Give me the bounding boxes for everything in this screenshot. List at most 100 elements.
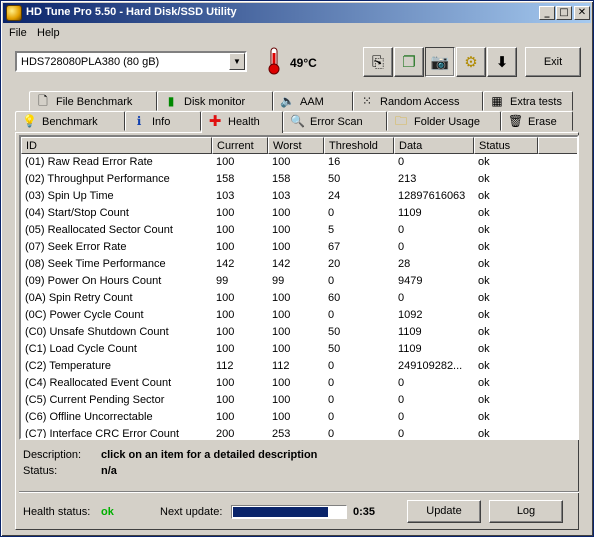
cell-worst: 112	[272, 360, 290, 372]
copy-info-button[interactable]: ❐	[394, 47, 424, 77]
column-header-threshold[interactable]: Threshold	[324, 137, 394, 154]
tab-label: Random Access	[380, 96, 460, 108]
health-cross-icon: ✚	[208, 112, 222, 130]
cell-worst: 142	[272, 258, 291, 270]
table-row[interactable]: (03) Spin Up Time 103 103 24 12897616063 ok	[21, 188, 577, 205]
cell-current: 100	[216, 411, 235, 423]
cell-worst: 100	[272, 394, 291, 406]
cell-status: ok	[478, 275, 490, 287]
cell-current: 100	[216, 309, 235, 321]
cell-current: 200	[216, 428, 235, 440]
cell-threshold: 0	[328, 207, 335, 219]
cell-current: 142	[216, 258, 235, 270]
options-button[interactable]: ⚙	[456, 47, 486, 77]
drive-select[interactable]: HDS728080PLA380 (80 gB) ▼	[15, 51, 247, 72]
copy-text-button[interactable]: ⎘	[363, 47, 393, 77]
title-bar[interactable]: HD Tune Pro 5.50 - Hard Disk/SSD Utility…	[3, 3, 591, 23]
cell-current: 100	[216, 224, 235, 236]
tab-benchmark[interactable]: 💡 Benchmark	[15, 111, 125, 131]
table-row[interactable]: (C2) Temperature 112 112 0 249109282... ok	[21, 358, 577, 375]
tab-folder-usage[interactable]: 🗀 Folder Usage	[387, 111, 501, 131]
cell-status: ok	[478, 309, 490, 321]
cell-worst: 100	[272, 326, 291, 338]
maximize-button[interactable]: □	[556, 6, 572, 20]
table-row[interactable]: (0C) Power Cycle Count 100 100 0 1092 ok	[21, 307, 577, 324]
screenshot-button[interactable]: 📷	[425, 47, 455, 77]
column-header-id[interactable]: ID	[21, 137, 212, 154]
log-button[interactable]: Log	[489, 500, 563, 523]
cell-id: (C7) Interface CRC Error Count	[25, 428, 180, 440]
tab-label: Folder Usage	[414, 116, 481, 128]
table-row[interactable]: (01) Raw Read Error Rate 100 100 16 0 ok	[21, 154, 577, 171]
table-row[interactable]: (0A) Spin Retry Count 100 100 60 0 ok	[21, 290, 577, 307]
column-header-status[interactable]: Status	[474, 137, 538, 154]
cell-current: 100	[216, 326, 235, 338]
column-header-data[interactable]: Data	[394, 137, 474, 154]
chevron-down-icon[interactable]: ▼	[229, 53, 245, 70]
cell-id: (07) Seek Error Rate	[25, 241, 127, 253]
table-row[interactable]: (08) Seek Time Performance 142 142 20 28 ok	[21, 256, 577, 273]
smart-table[interactable]: ID Current Worst Threshold Data Status (…	[19, 135, 579, 440]
update-button[interactable]: Update	[407, 500, 481, 523]
cell-threshold: 0	[328, 377, 335, 389]
tab-health[interactable]: ✚ Health	[201, 111, 283, 133]
magnifier-icon: 🔍	[290, 114, 305, 128]
temperature-value: 49	[290, 56, 304, 70]
tab-strip: 🗋 File Benchmark ▮ Disk monitor 🔈 AAM ⁙ …	[15, 91, 579, 133]
minimize-button[interactable]: _	[539, 6, 555, 20]
column-header-worst[interactable]: Worst	[268, 137, 324, 154]
cell-threshold: 20	[328, 258, 341, 270]
cell-worst: 100	[272, 309, 291, 321]
copy-info-icon: ❐	[402, 53, 416, 71]
table-row[interactable]: (C0) Unsafe Shutdown Count 100 100 50 1109 ok	[21, 324, 577, 341]
cell-current: 103	[216, 190, 235, 202]
close-button[interactable]: ✕	[574, 6, 590, 20]
speaker-icon: 🔈	[280, 94, 295, 108]
menu-help[interactable]: Help	[37, 27, 60, 39]
bulb-icon: 💡	[22, 114, 37, 128]
table-row[interactable]: (C6) Offline Uncorrectable 100 100 0 0 ok	[21, 409, 577, 426]
cell-threshold: 0	[328, 275, 335, 287]
tab-erase[interactable]: 🗑 Erase	[501, 111, 573, 131]
tab-aam[interactable]: 🔈 AAM	[273, 91, 353, 111]
cell-worst: 100	[272, 292, 291, 304]
cell-worst: 100	[272, 224, 291, 236]
cell-status: ok	[478, 428, 490, 440]
tab-label: Health	[228, 116, 260, 128]
cell-id: (C4) Reallocated Event Count	[25, 377, 172, 389]
tab-random-access[interactable]: ⁙ Random Access	[353, 91, 483, 111]
column-header-current[interactable]: Current	[212, 137, 268, 154]
table-row[interactable]: (C4) Reallocated Event Count 100 100 0 0 ok	[21, 375, 577, 392]
table-row[interactable]: (C5) Current Pending Sector 100 100 0 0 ok	[21, 392, 577, 409]
status-value: n/a	[101, 465, 117, 477]
cell-status: ok	[478, 156, 490, 168]
cell-id: (C0) Unsafe Shutdown Count	[25, 326, 169, 338]
exit-button[interactable]: Exit	[525, 47, 581, 77]
cell-id: (C6) Offline Uncorrectable	[25, 411, 153, 423]
table-row[interactable]: (04) Start/Stop Count 100 100 0 1109 ok	[21, 205, 577, 222]
temperature-unit: °C	[303, 56, 317, 70]
cell-data: 9479	[398, 275, 423, 287]
tab-error-scan[interactable]: 🔍 Error Scan	[283, 111, 387, 131]
cell-status: ok	[478, 343, 490, 355]
table-row[interactable]: (05) Reallocated Sector Count 100 100 5 0 ok	[21, 222, 577, 239]
menu-file[interactable]: File	[9, 27, 27, 39]
cell-worst: 100	[272, 241, 291, 253]
table-row[interactable]: (02) Throughput Performance 158 158 50 213 ok	[21, 171, 577, 188]
cell-data: 0	[398, 292, 405, 304]
save-button[interactable]: ⬇	[487, 47, 517, 77]
health-status-value: ok	[101, 506, 114, 518]
tab-extra-tests[interactable]: ▦ Extra tests	[483, 91, 573, 111]
cell-worst: 100	[272, 411, 291, 423]
table-row[interactable]: (09) Power On Hours Count 99 99 0 9479 ok	[21, 273, 577, 290]
table-row[interactable]: (C7) Interface CRC Error Count 200 253 0 0 ok	[21, 426, 577, 440]
description-label: Description:	[23, 449, 82, 461]
table-row[interactable]: (07) Seek Error Rate 100 100 67 0 ok	[21, 239, 577, 256]
tab-file-benchmark[interactable]: 🗋 File Benchmark	[29, 91, 157, 111]
tab-disk-monitor[interactable]: ▮ Disk monitor	[157, 91, 273, 111]
cell-id: (03) Spin Up Time	[25, 190, 114, 202]
tab-label: Extra tests	[510, 96, 562, 108]
tab-info[interactable]: ℹ Info	[125, 111, 201, 131]
tab-label: Benchmark	[42, 116, 98, 128]
table-row[interactable]: (C1) Load Cycle Count 100 100 50 1109 ok	[21, 341, 577, 358]
